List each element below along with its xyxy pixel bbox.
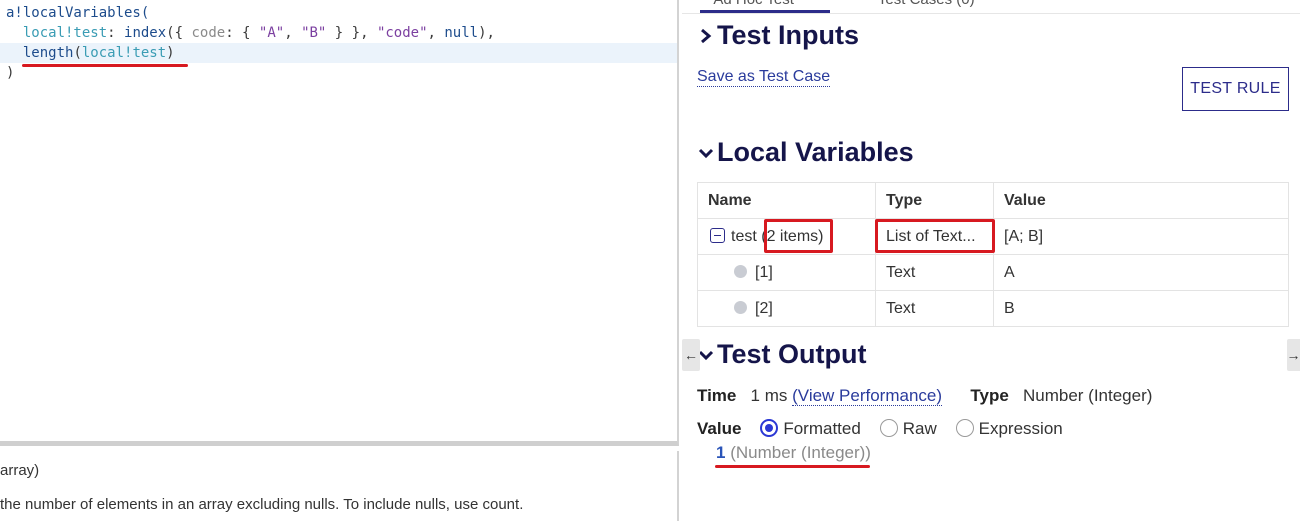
code-token: local!test [81, 45, 167, 61]
code-token: : { [225, 25, 259, 41]
annotation-box [875, 219, 995, 253]
cell-name: [2] [697, 290, 876, 327]
output-result: 1 (Number (Integer)) [716, 443, 871, 463]
column-header-type: Type [875, 182, 994, 219]
radio-label: Raw [902, 419, 937, 438]
annotation-underline [715, 465, 870, 468]
cell-value[interactable]: A [993, 254, 1289, 291]
code-token: ) [166, 45, 175, 61]
cell-type: Text [875, 254, 994, 291]
cell-type: Text [875, 290, 994, 327]
code-token: a!localVariables( [6, 5, 150, 21]
code-token: ({ [166, 25, 192, 41]
time-value: 1 ms [750, 386, 788, 405]
radio-label: Expression [978, 419, 1063, 438]
section-toggle-test-output[interactable]: Test Output [697, 339, 866, 370]
bullet-icon [734, 264, 747, 278]
expression-editor[interactable]: a!localVariables( local!test: index({ co… [0, 0, 679, 446]
radio-unselected-icon [955, 419, 974, 437]
item-index: [2] [755, 299, 773, 317]
annotation-box [764, 219, 833, 253]
code-token: , [427, 25, 445, 41]
result-type: (Number (Integer)) [730, 443, 871, 462]
tab-test-cases[interactable]: Test Cases (0) [850, 0, 1010, 13]
radio-raw[interactable]: Raw [879, 419, 937, 438]
code-line-active[interactable]: length(local!test) [0, 43, 677, 63]
code-token: : [107, 25, 125, 41]
radio-selected-icon [760, 419, 779, 437]
tab-bar: Ad Hoc Test Test Cases (0) [682, 0, 1300, 14]
output-value-row: Value Formatted Raw Expression [697, 419, 1063, 439]
item-index: [1] [755, 263, 773, 281]
code-token: ), [478, 25, 495, 41]
collapse-left-arrow-icon[interactable]: ← [682, 339, 700, 371]
column-header-value: Value [993, 182, 1289, 219]
output-time-row: Time 1 ms (View Performance) Type Number… [697, 386, 1152, 406]
code-token: index [124, 25, 167, 41]
section-title: Test Inputs [717, 20, 860, 50]
bullet-icon [734, 300, 747, 314]
function-signature: array) [0, 462, 40, 479]
table-header-row: Name Type Value [697, 182, 1289, 219]
test-rule-button[interactable]: TEST RULE [1182, 67, 1289, 111]
function-help-panel: array) the number of elements in an arra… [0, 451, 679, 521]
code-line[interactable]: local!test: index({ code: { "A", "B" } }… [6, 23, 495, 43]
code-token: } }, [326, 25, 377, 41]
type-value: Number (Integer) [1022, 386, 1153, 405]
time-label: Time [697, 386, 737, 405]
section-toggle-local-variables[interactable]: Local Variables [697, 137, 914, 168]
code-token: , [284, 25, 302, 41]
cell-name: [1] [697, 254, 876, 291]
code-token: ) [6, 65, 15, 81]
section-title: Test Output [717, 339, 867, 369]
code-token: "code" [376, 25, 428, 41]
code-line[interactable]: ) [6, 63, 14, 83]
collapse-right-arrow-icon[interactable]: → [1287, 339, 1300, 371]
result-value: 1 [716, 443, 726, 462]
tab-label: Test Cases (0) [878, 0, 975, 8]
value-label: Value [697, 419, 742, 438]
cell-value[interactable]: [A; B] [993, 218, 1289, 255]
tab-label: Ad Hoc Test [713, 0, 794, 8]
save-as-test-case-link[interactable]: Save as Test Case [697, 68, 831, 87]
variable-name: test [731, 227, 757, 245]
view-performance-link[interactable]: (View Performance) [792, 386, 943, 406]
test-panel: Ad Hoc Test Test Cases (0) Test Inputs S… [682, 0, 1300, 521]
section-title: Local Variables [717, 137, 914, 167]
cell-value[interactable]: B [993, 290, 1289, 327]
section-toggle-test-inputs[interactable]: Test Inputs [697, 20, 859, 51]
chevron-right-icon [701, 28, 712, 43]
code-token: code [191, 25, 226, 41]
code-token: "A" [258, 25, 285, 41]
table-row: [1] Text A [697, 254, 1289, 291]
type-label: Type [970, 386, 1009, 405]
code-line[interactable]: a!localVariables( [6, 3, 149, 23]
radio-expression[interactable]: Expression [955, 419, 1063, 438]
radio-formatted[interactable]: Formatted [760, 419, 861, 438]
function-description: the number of elements in an array exclu… [0, 496, 524, 513]
code-token: ( [73, 45, 82, 61]
code-token: null [444, 25, 479, 41]
tab-ad-hoc-test[interactable]: Ad Hoc Test [700, 0, 830, 13]
table-row: [2] Text B [697, 290, 1289, 327]
chevron-down-icon [698, 148, 714, 158]
code-token: "B" [301, 25, 327, 41]
radio-unselected-icon [879, 419, 898, 437]
local-variables-table: Name Type Value test (2 items) List of T… [697, 182, 1289, 327]
code-token: local!test [6, 25, 108, 41]
column-header-name: Name [697, 182, 876, 219]
collapse-icon[interactable] [710, 227, 725, 243]
radio-label: Formatted [783, 419, 861, 438]
code-token: length [6, 45, 74, 61]
annotation-underline [22, 64, 188, 67]
